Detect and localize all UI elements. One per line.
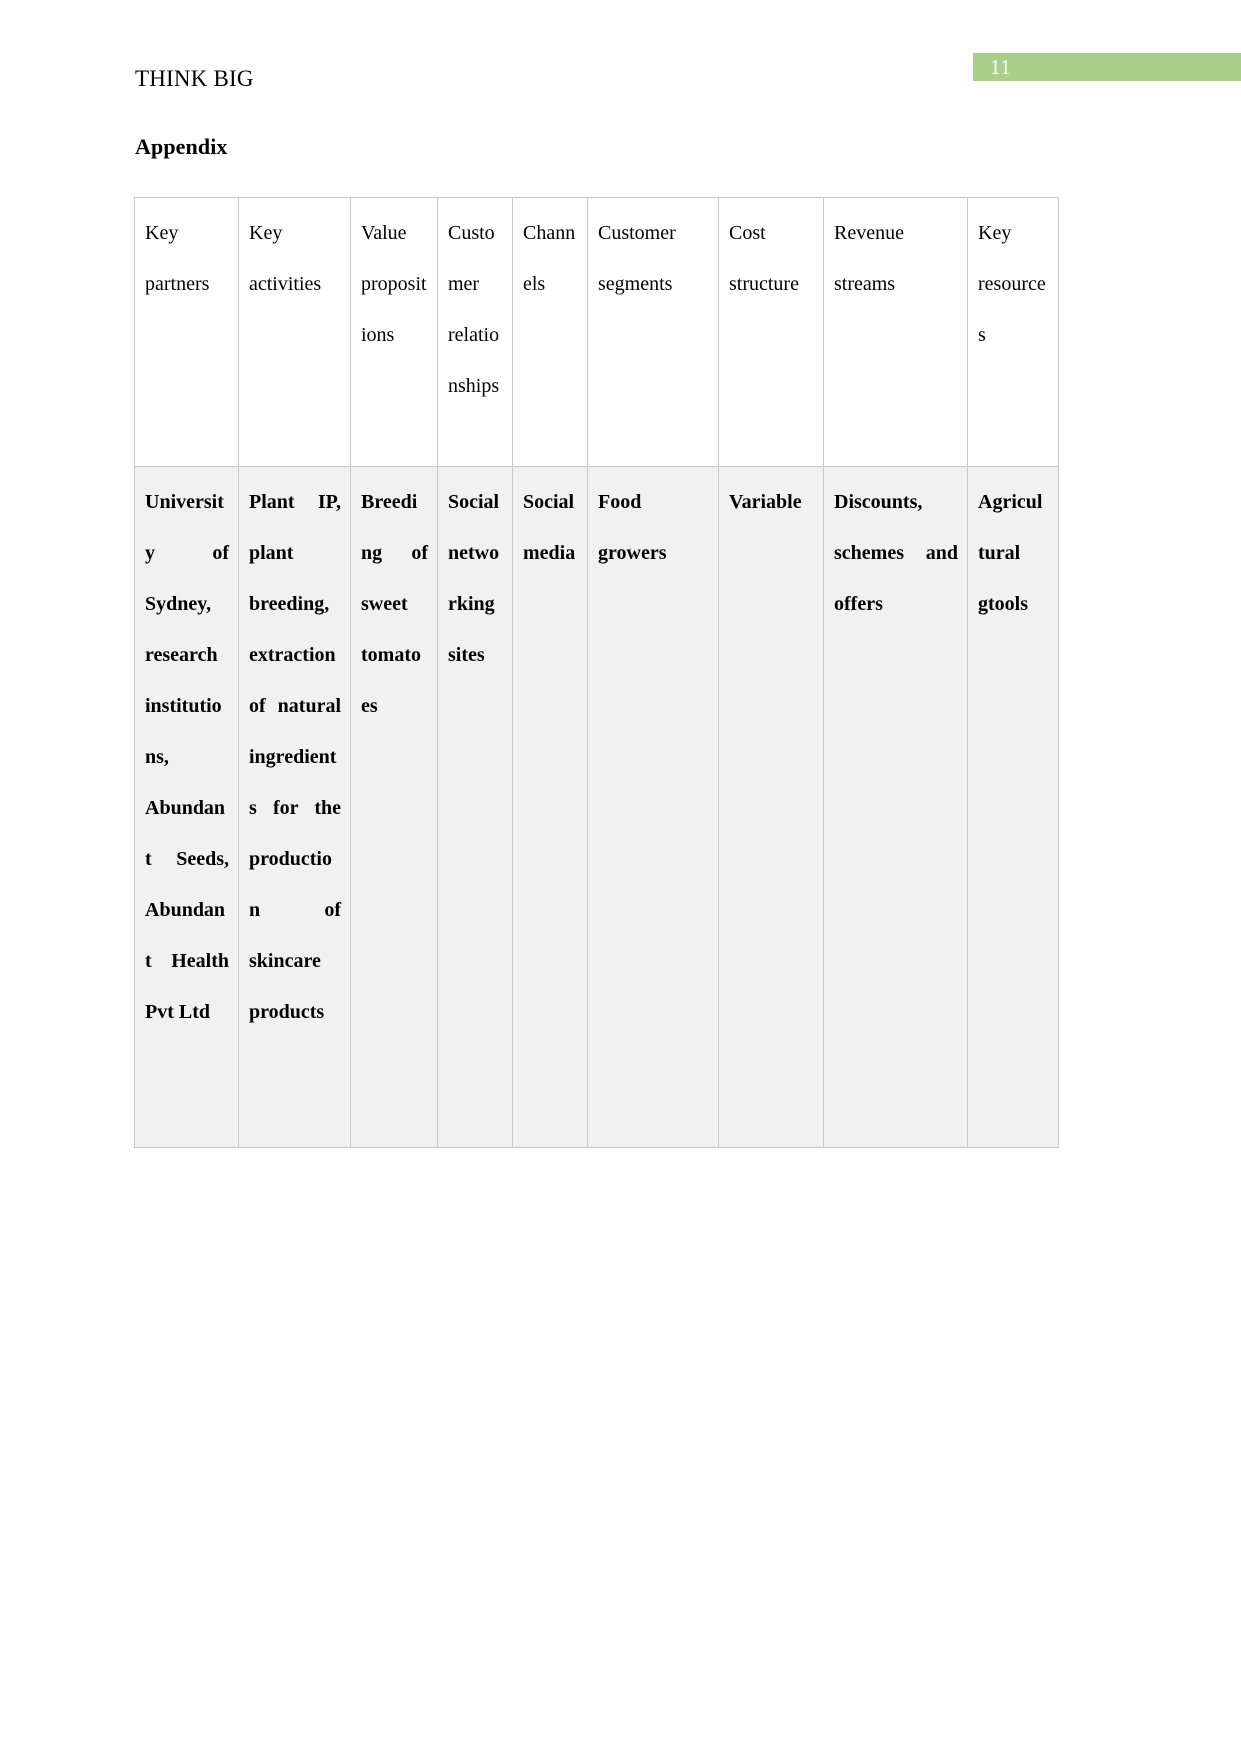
table-header-cell-cost-structure: Cost structure [718, 197, 824, 467]
table-cell-revenue-streams: Discounts, schemes and offers [823, 466, 968, 1148]
table-header-cell-value-propositions: Value propositions [350, 197, 438, 467]
running-header: THINK BIG [135, 66, 254, 91]
table-cell-customer-segments: Food growers [587, 466, 719, 1148]
page-number: 11 [990, 55, 1012, 79]
table-header-cell-key-partners: Key partners [134, 197, 239, 467]
table-cell-key-activities: Plant IP, plant breeding, extraction of … [238, 466, 351, 1148]
table-cell-key-partners: University of Sydney, research instituti… [134, 466, 239, 1148]
table-header-cell-revenue-streams: Revenue streams [823, 197, 968, 467]
table-cell-cost-structure: Variable [718, 466, 824, 1148]
business-model-canvas-table: Key partners Key activities Value propos… [134, 197, 1059, 1148]
appendix-table-container: Key partners Key activities Value propos… [134, 197, 1059, 1148]
table-header-row: Key partners Key activities Value propos… [134, 197, 1059, 467]
table-cell-value-propositions: Breeding of sweet tomatoes [350, 466, 438, 1148]
table-header-cell-key-activities: Key activities [238, 197, 351, 467]
table-cell-key-resources: Agricultural gtools [967, 466, 1059, 1148]
table-header-cell-channels: Channels [512, 197, 588, 467]
table-cell-customer-relationships: Social networking sites [437, 466, 513, 1148]
page-title: Appendix [135, 134, 228, 159]
page-number-badge: 11 [973, 53, 1241, 81]
table-cell-channels: Social media [512, 466, 588, 1148]
table-header-cell-customer-segments: Customer segments [587, 197, 719, 467]
table-header-cell-customer-relationships: Customer relationships [437, 197, 513, 467]
table-header-cell-key-resources: Key resources [967, 197, 1059, 467]
table-row: University of Sydney, research instituti… [134, 466, 1059, 1148]
